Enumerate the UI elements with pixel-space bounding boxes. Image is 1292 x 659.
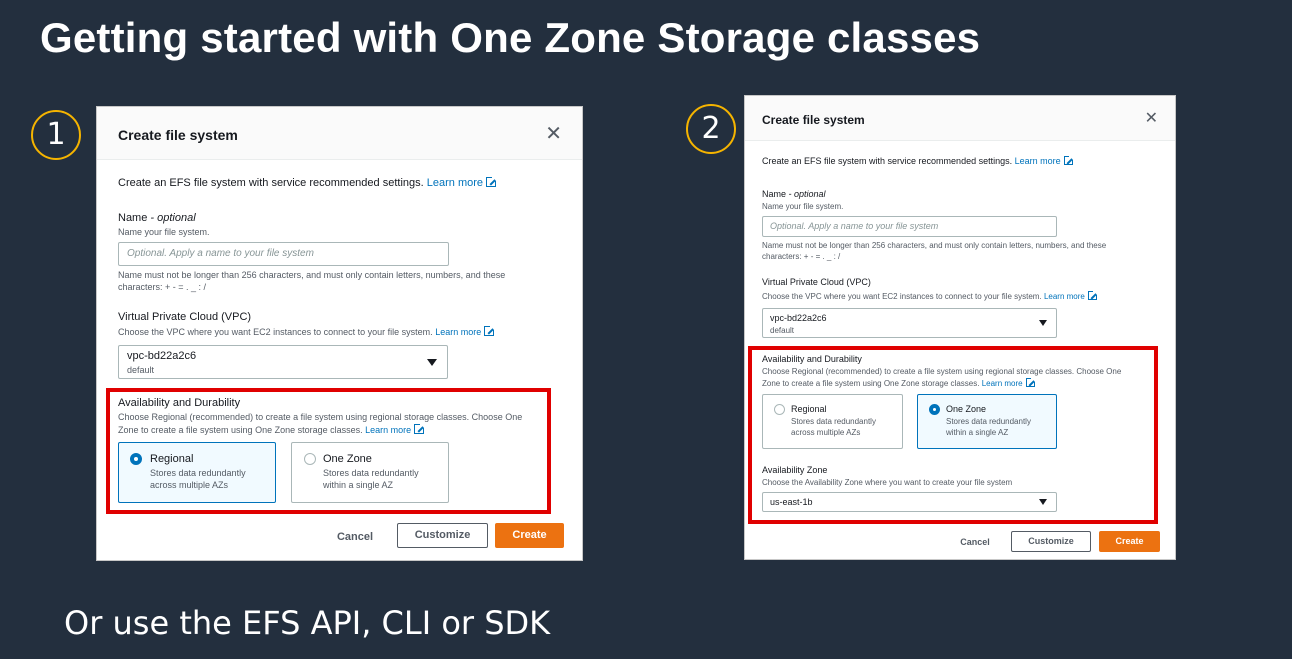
external-link-icon bbox=[1063, 155, 1074, 165]
name-description: Name your file system. bbox=[762, 202, 844, 211]
close-icon[interactable]: ✕ bbox=[545, 124, 562, 144]
vpc-default-tag: default bbox=[127, 365, 155, 375]
close-icon[interactable]: ✕ bbox=[1145, 111, 1158, 127]
footer-text: Or use the EFS API, CLI or SDK bbox=[64, 604, 551, 642]
name-constraint-chars: characters: + - = . _ : / bbox=[762, 252, 841, 261]
vpc-default-tag: default bbox=[770, 326, 795, 335]
cancel-button[interactable]: Cancel bbox=[948, 532, 1002, 552]
name-placeholder: Optional. Apply a name to your file syst… bbox=[770, 221, 939, 231]
vpc-learn-more-link[interactable]: Learn more bbox=[435, 327, 481, 337]
intro-text: Create an EFS file system with service r… bbox=[762, 155, 1074, 166]
optional-tag: - optional bbox=[150, 212, 196, 224]
dialog-title: Create file system bbox=[762, 113, 865, 127]
vpc-select[interactable]: vpc-bd22a2c6 default bbox=[118, 345, 448, 379]
slide-title: Getting started with One Zone Storage cl… bbox=[40, 14, 981, 61]
chevron-down-icon bbox=[1039, 320, 1047, 326]
learn-more-link[interactable]: Learn more bbox=[1015, 156, 1061, 166]
name-description: Name your file system. bbox=[118, 227, 210, 237]
name-label: Name - optional bbox=[762, 189, 826, 199]
create-button[interactable]: Create bbox=[1099, 531, 1160, 552]
optional-tag: - optional bbox=[788, 189, 826, 199]
learn-more-link[interactable]: Learn more bbox=[427, 177, 483, 189]
vpc-description: Choose the VPC where you want EC2 instan… bbox=[762, 290, 1098, 301]
external-link-icon bbox=[486, 176, 498, 187]
dialog-header: Create file system ✕ bbox=[97, 107, 582, 160]
cancel-button[interactable]: Cancel bbox=[325, 525, 385, 549]
external-link-icon bbox=[1087, 290, 1098, 300]
name-constraint: Name must not be longer than 256 charact… bbox=[762, 241, 1107, 250]
name-constraint: Name must not be longer than 256 charact… bbox=[118, 270, 506, 280]
vpc-value: vpc-bd22a2c6 bbox=[770, 313, 827, 323]
dialog-title: Create file system bbox=[118, 127, 238, 143]
name-constraint-chars: characters: + - = . _ : / bbox=[118, 282, 207, 292]
name-label: Name - optional bbox=[118, 212, 196, 224]
external-link-icon bbox=[484, 325, 496, 336]
highlight-box-2 bbox=[748, 346, 1158, 524]
vpc-label: Virtual Private Cloud (VPC) bbox=[762, 277, 871, 287]
step-2-badge: 2 bbox=[686, 104, 736, 154]
name-placeholder: Optional. Apply a name to your file syst… bbox=[127, 248, 314, 259]
intro-text: Create an EFS file system with service r… bbox=[118, 176, 498, 189]
vpc-value: vpc-bd22a2c6 bbox=[127, 350, 197, 362]
vpc-learn-more-link[interactable]: Learn more bbox=[1044, 292, 1085, 301]
step-1-badge: 1 bbox=[31, 110, 81, 160]
chevron-down-icon bbox=[427, 359, 437, 366]
customize-button[interactable]: Customize bbox=[397, 523, 488, 548]
name-input[interactable]: Optional. Apply a name to your file syst… bbox=[762, 216, 1057, 237]
vpc-description: Choose the VPC where you want EC2 instan… bbox=[118, 325, 496, 337]
create-button[interactable]: Create bbox=[495, 523, 564, 548]
dialog-header: Create file system ✕ bbox=[745, 96, 1175, 141]
vpc-select[interactable]: vpc-bd22a2c6 default bbox=[762, 308, 1057, 338]
vpc-label: Virtual Private Cloud (VPC) bbox=[118, 311, 252, 323]
name-input[interactable]: Optional. Apply a name to your file syst… bbox=[118, 242, 449, 266]
highlight-box-1 bbox=[106, 388, 551, 514]
customize-button[interactable]: Customize bbox=[1011, 531, 1091, 552]
